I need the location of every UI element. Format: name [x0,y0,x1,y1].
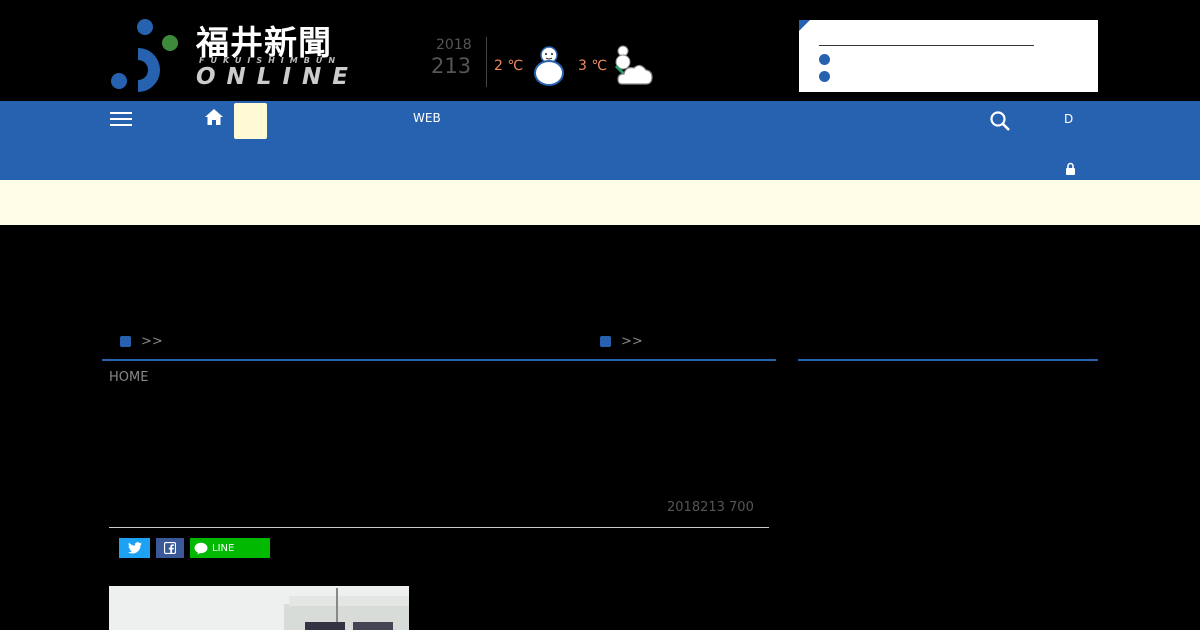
home-icon[interactable] [204,108,224,130]
temperature-2: 3 ℃ [578,58,608,74]
temperature-1: 2 ℃ [494,58,524,74]
lock-icon [1066,162,1075,175]
logo-online: ONLINE [196,64,359,90]
bullet-icon [819,54,830,65]
notice-divider [819,45,1034,46]
site-header: 福井新聞 FUKUISHIMBUN ONLINE 2018 213 2 ℃ 3 … [0,0,1200,101]
twitter-icon [127,542,142,554]
twitter-share-button[interactable] [119,538,150,558]
notice-corner [799,20,810,31]
article-divider [109,527,769,528]
section-more-link[interactable]: >> [621,334,643,349]
date-day: 213 [431,54,472,78]
main-navbar: WEB D [0,101,1200,180]
section-heading-right[interactable]: >> [600,334,643,349]
article-photo [109,586,409,630]
line-icon [194,542,208,554]
section-rule-right [798,359,1098,361]
section-rule-left [102,359,776,361]
date-year: 2018 [436,37,472,53]
nav-tab-active[interactable] [234,103,267,139]
notice-item[interactable] [819,71,835,82]
square-bullet-icon [600,336,611,347]
notice-item[interactable] [819,54,835,65]
section-heading-left[interactable]: >> [120,334,163,349]
square-bullet-icon [120,336,131,347]
sub-nav-band [0,180,1200,225]
notice-box [799,20,1098,92]
line-share-button[interactable]: LINE [190,538,270,558]
menu-icon[interactable] [110,112,132,128]
divider [486,37,487,87]
facebook-share-button[interactable] [156,538,184,558]
article-date: 2018213 700 [667,500,754,515]
line-share-label: LINE [212,542,235,554]
bullet-icon [819,71,830,82]
nav-item-web[interactable]: WEB [413,111,441,125]
section-more-link[interactable]: >> [141,334,163,349]
d-login-label: D [1064,112,1074,126]
breadcrumb-home[interactable]: HOME [109,370,148,385]
logo-mark-icon[interactable] [108,18,180,92]
d-login-link[interactable]: D [1064,111,1088,180]
snowman-icon [533,44,565,90]
search-icon[interactable] [989,110,1011,136]
snow-cloud-icon [612,44,654,90]
facebook-icon [164,542,176,554]
